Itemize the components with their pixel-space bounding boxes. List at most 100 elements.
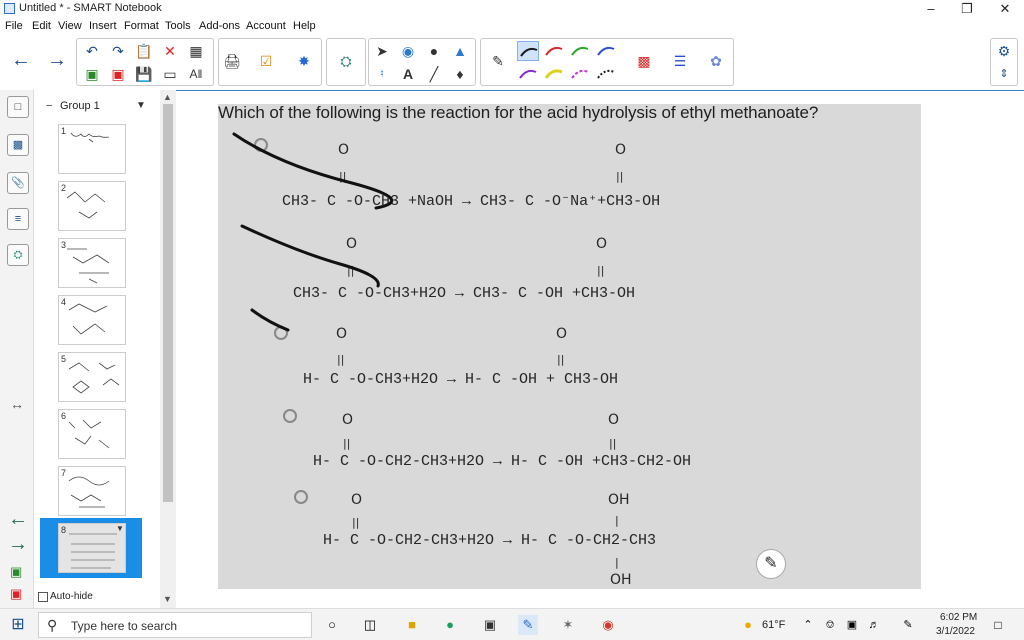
notifications-icon[interactable]: □ [988, 615, 1008, 635]
sorter-scrollbar[interactable]: ▲ ▼ [160, 90, 176, 608]
page-thumbnail[interactable]: 6 [58, 409, 126, 459]
auto-hide-checkbox[interactable] [38, 592, 48, 602]
properties-tab-icon[interactable]: ≡ [7, 208, 29, 230]
effects-icon[interactable]: ✿ [705, 51, 727, 71]
paste-icon[interactable]: 📋 [133, 41, 155, 61]
paint-bucket-icon[interactable]: ▲ [449, 41, 471, 61]
menu-bar: File Edit View Insert Format Tools Add-o… [0, 18, 1024, 36]
menu-tools[interactable]: Tools [165, 20, 191, 32]
menu-help[interactable]: Help [293, 20, 316, 32]
store-icon[interactable]: ▣ [480, 615, 500, 635]
select-arrow-icon[interactable]: ➤ [371, 41, 393, 61]
handwritten-annotations [232, 132, 394, 332]
volume-icon[interactable]: ♬ [864, 615, 884, 635]
microphone-icon[interactable]: ⎊ [820, 615, 840, 635]
page-thumbnail[interactable]: 7 [58, 466, 126, 516]
pen-color-red[interactable] [543, 41, 565, 61]
scroll-up-chevron-icon[interactable]: ▲ [163, 92, 172, 102]
pen-workspace-icon[interactable]: ✎ [898, 615, 918, 635]
fill-icon[interactable]: ● [423, 41, 445, 61]
page-thumbnail[interactable]: 5 [58, 352, 126, 402]
group-collapse-icon[interactable]: − [46, 100, 52, 112]
pen-color-dashed[interactable] [595, 64, 617, 84]
magic-pen-icon[interactable]: ♮ [371, 64, 393, 84]
eraser-icon[interactable]: ♦ [449, 64, 471, 84]
color-palette-icon[interactable]: ▩ [633, 51, 655, 71]
menu-account[interactable]: Account [246, 20, 286, 32]
text-tool-icon[interactable]: A [397, 64, 419, 84]
taskbar-search-box[interactable]: ⚲ Type here to search [38, 612, 312, 638]
addons-tab-icon[interactable]: ⛭ [7, 244, 29, 266]
previous-page-arrow-icon[interactable]: ← [10, 50, 32, 70]
add-page-side-icon[interactable]: ▣ [10, 564, 22, 580]
highlighter-yellow[interactable] [543, 64, 565, 84]
page-menu-chevron-down-icon[interactable]: ▼ [116, 524, 124, 533]
save-icon[interactable]: 💾 [133, 64, 155, 84]
resize-sidebar-icon[interactable]: ↔ [10, 396, 24, 412]
line-style-icon[interactable]: ☰ [669, 51, 691, 71]
delete-icon[interactable]: ✕ [159, 41, 181, 61]
weather-sun-icon: ● [744, 617, 752, 632]
pen-color-magenta[interactable] [569, 64, 591, 84]
close-button[interactable]: ✕ [986, 0, 1024, 18]
page-sorter-tab-icon[interactable]: □ [7, 96, 29, 118]
scroll-down-chevron-icon[interactable]: ▼ [163, 594, 172, 604]
display-screen-icon[interactable]: 🖨 [221, 51, 243, 71]
scrollbar-thumb[interactable] [163, 104, 173, 502]
response-icon[interactable]: ☑ [255, 51, 277, 71]
menu-format[interactable]: Format [124, 20, 159, 32]
edge-browser-icon[interactable]: ● [440, 615, 460, 635]
next-page-side-icon[interactable]: → [8, 533, 28, 556]
menu-edit[interactable]: Edit [32, 20, 51, 32]
windows-start-icon[interactable]: ⊞ [8, 615, 28, 635]
page-thumbnail[interactable]: 3 [58, 238, 126, 288]
line-tool-icon[interactable]: ╱ [423, 64, 445, 84]
smart-notebook-taskbar-icon[interactable]: ✎ [518, 615, 538, 635]
pen-color-purple[interactable] [517, 64, 539, 84]
page-thumbnail[interactable]: 1 [58, 124, 126, 174]
weather-temperature[interactable]: 61°F [762, 619, 785, 631]
next-page-arrow-icon[interactable]: → [46, 50, 68, 70]
screen-shade-icon[interactable]: ▭ [159, 64, 181, 84]
attachments-tab-icon[interactable]: 📎 [7, 172, 29, 194]
app-icon[interactable]: ✶ [558, 615, 578, 635]
network-icon[interactable]: ▣ [842, 615, 862, 635]
menu-file[interactable]: File [5, 20, 23, 32]
clock-time[interactable]: 6:02 PM [940, 612, 977, 623]
table-icon[interactable]: ▦ [185, 41, 207, 61]
minimize-button[interactable]: – [912, 0, 950, 18]
restore-button[interactable]: ❐ [948, 0, 986, 18]
pen-color-black-selected[interactable] [517, 41, 539, 61]
move-toolbar-icon[interactable]: ⇕ [993, 64, 1015, 84]
pen-tool-icon[interactable]: ✎ [487, 51, 509, 71]
shapes-icon[interactable]: ◉ [397, 41, 419, 61]
text-format-icon[interactable]: A‖ [185, 64, 207, 84]
menu-add-ons[interactable]: Add-ons [199, 20, 240, 32]
file-explorer-icon[interactable]: ■ [402, 615, 422, 635]
redo-icon[interactable]: ↷ [107, 41, 129, 61]
pen-color-blue[interactable] [595, 41, 617, 61]
tray-chevron-up-icon[interactable]: ⌃ [798, 615, 818, 635]
chrome-icon[interactable]: ◉ [598, 615, 618, 635]
delete-page-icon[interactable]: ▣ [107, 64, 129, 84]
menu-view[interactable]: View [58, 20, 82, 32]
page-thumbnail[interactable]: 2 [58, 181, 126, 231]
group-menu-chevron-down-icon[interactable]: ▼ [136, 100, 146, 111]
clock-date[interactable]: 3/1/2022 [936, 626, 975, 637]
lesson-activity-icon[interactable]: ⛭ [335, 51, 357, 71]
task-view-icon[interactable]: ◫ [360, 615, 380, 635]
pen-color-green[interactable] [569, 41, 591, 61]
gallery-icon[interactable]: ✸ [293, 51, 315, 71]
gear-icon[interactable]: ⚙ [993, 41, 1015, 61]
add-page-icon[interactable]: ▣ [81, 64, 103, 84]
cortana-icon[interactable]: ○ [322, 615, 342, 635]
undo-icon[interactable]: ↶ [81, 41, 103, 61]
page-thumbnail[interactable]: 4 [58, 295, 126, 345]
question-photo[interactable]: Which of the following is the reaction f… [218, 103, 921, 589]
auto-hide-label: Auto-hide [50, 591, 93, 602]
menu-insert[interactable]: Insert [89, 20, 117, 32]
pen-pointer-icon[interactable]: ✎ [756, 549, 786, 579]
previous-page-side-icon[interactable]: ← [8, 508, 28, 531]
gallery-tab-icon[interactable]: ▩ [7, 134, 29, 156]
delete-page-side-icon[interactable]: ▣ [10, 586, 22, 602]
